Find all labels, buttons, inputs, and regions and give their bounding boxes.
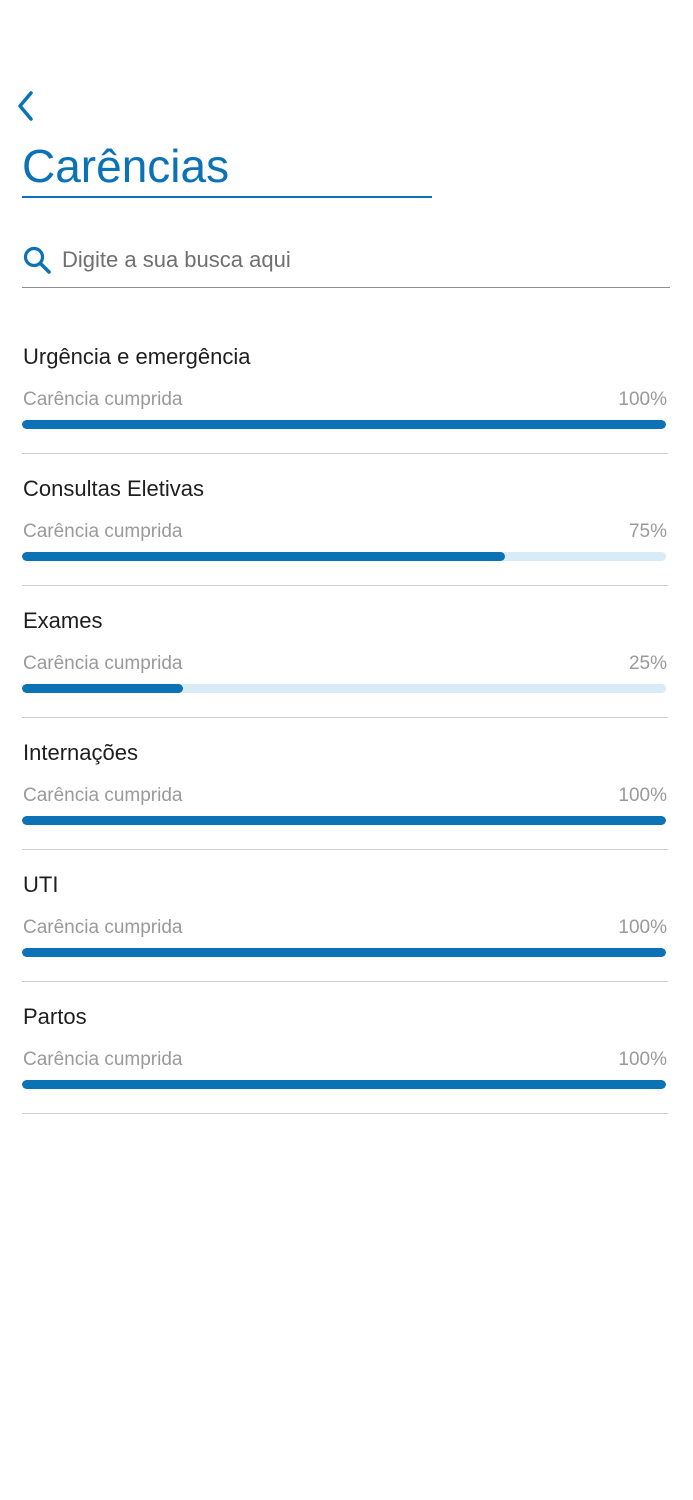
progress-fill	[22, 1080, 666, 1089]
item-title: Exames	[23, 608, 103, 633]
list-item[interactable]: Exames Carência cumprida 25%	[22, 586, 668, 718]
item-percent: 100%	[618, 1049, 667, 1070]
waiting-period-list: Urgência e emergência Carência cumprida …	[22, 322, 668, 1114]
item-percent: 100%	[618, 785, 667, 806]
progress-bar	[22, 420, 666, 429]
item-title: Urgência e emergência	[23, 344, 251, 369]
list-item[interactable]: Internações Carência cumprida 100%	[22, 718, 668, 850]
chevron-left-icon	[18, 91, 33, 121]
search-bar	[22, 236, 670, 288]
item-status-label: Carência cumprida	[23, 1049, 183, 1070]
item-status-label: Carência cumprida	[23, 785, 183, 806]
item-percent: 100%	[618, 917, 667, 938]
item-percent: 25%	[628, 653, 667, 674]
progress-bar	[22, 948, 666, 957]
search-input[interactable]	[62, 240, 662, 280]
list-item[interactable]: Urgência e emergência Carência cumprida …	[22, 322, 668, 454]
item-percent: 100%	[618, 389, 667, 410]
progress-fill	[22, 420, 666, 429]
search-icon[interactable]	[22, 245, 52, 275]
item-status-label: Carência cumprida	[23, 521, 183, 542]
title-underline	[22, 196, 432, 198]
list-item[interactable]: Partos Carência cumprida 100%	[22, 982, 668, 1114]
progress-bar	[22, 816, 666, 825]
page-title: Carências	[22, 140, 230, 192]
list-item[interactable]: UTI Carência cumprida 100%	[22, 850, 668, 982]
progress-bar	[22, 552, 666, 561]
progress-bar	[22, 1080, 666, 1089]
item-percent: 75%	[628, 521, 667, 542]
item-status-label: Carência cumprida	[23, 653, 183, 674]
progress-fill	[22, 684, 183, 693]
progress-fill	[22, 816, 666, 825]
item-status-label: Carência cumprida	[23, 917, 183, 938]
back-button[interactable]	[16, 86, 52, 126]
item-title: Internações	[23, 740, 138, 765]
progress-fill	[22, 552, 505, 561]
item-title: UTI	[23, 872, 59, 897]
item-title: Partos	[23, 1004, 87, 1029]
progress-fill	[22, 948, 666, 957]
item-title: Consultas Eletivas	[23, 476, 204, 501]
progress-bar	[22, 684, 666, 693]
list-item[interactable]: Consultas Eletivas Carência cumprida 75%	[22, 454, 668, 586]
item-status-label: Carência cumprida	[23, 389, 183, 410]
